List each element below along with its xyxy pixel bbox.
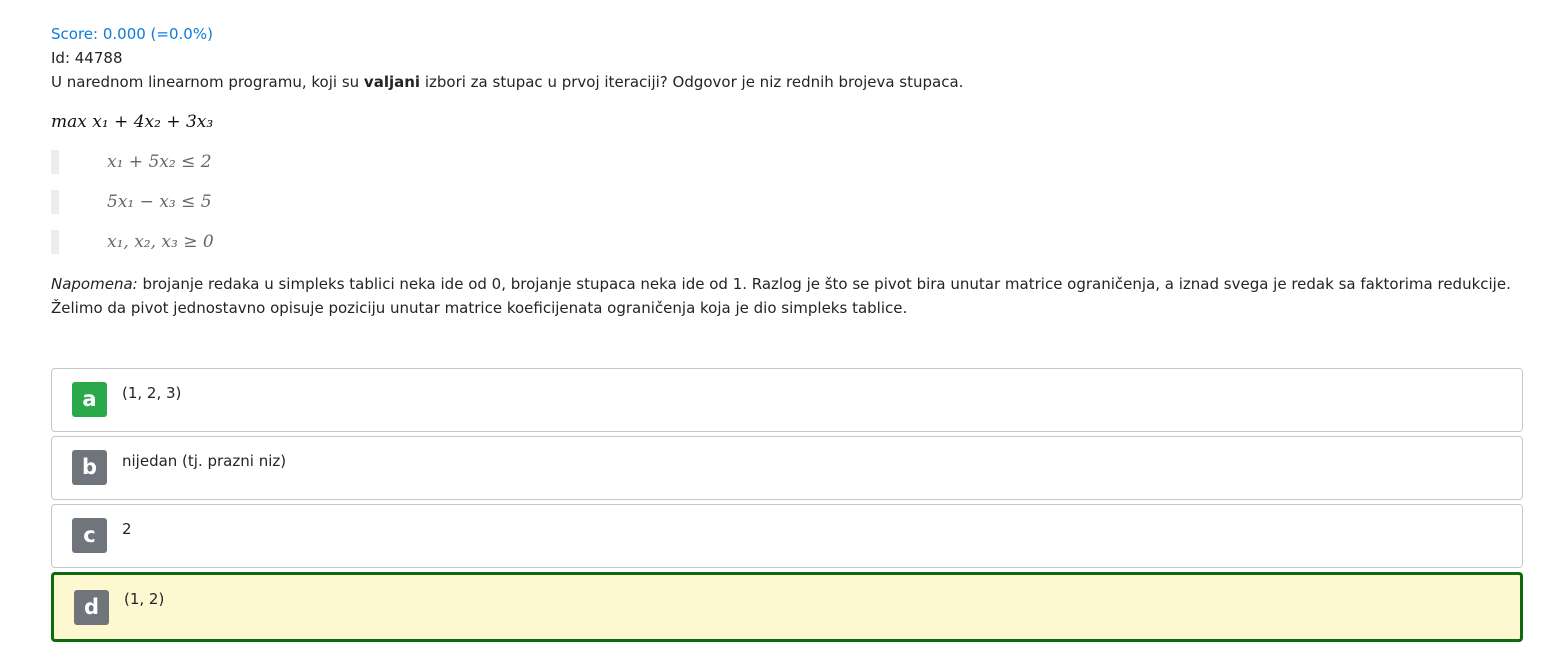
answer-option-d[interactable]: d (1, 2) — [51, 572, 1523, 642]
constraint-text: x₁ + 5x₂ ≤ 2 — [107, 152, 212, 172]
constraint-text: 5x₁ − x₃ ≤ 5 — [107, 192, 212, 212]
option-text: (1, 2, 3) — [122, 384, 182, 402]
option-text: 2 — [122, 520, 132, 538]
question-text-bold: valjani — [363, 73, 421, 91]
lp-constraint: x₁ + 5x₂ ≤ 2 — [51, 150, 451, 174]
note-label: Napomena: — [51, 275, 138, 293]
lp-constraint: 5x₁ − x₃ ≤ 5 — [51, 190, 451, 214]
question-text-after: izbori za stupac u prvoj iteraciji? Odgo… — [420, 73, 964, 91]
option-letter-badge: a — [72, 382, 107, 417]
question-text-before: U narednom linearnom programu, koji su — [51, 73, 364, 91]
note-text: Napomena: brojanje redaka u simpleks tab… — [51, 272, 1525, 320]
option-letter-badge: b — [72, 450, 107, 485]
constraint-bar — [51, 230, 59, 254]
option-text: (1, 2) — [124, 590, 165, 608]
option-letter-badge: c — [72, 518, 107, 553]
lp-objective: max x₁ + 4x₂ + 3x₃ — [51, 112, 214, 132]
answer-option-b[interactable]: b nijedan (tj. prazni niz) — [51, 436, 1523, 500]
question-id: Id: 44788 — [51, 49, 123, 67]
constraint-text: x₁, x₂, x₃ ≥ 0 — [107, 232, 214, 252]
score-text: Score: 0.000 (=0.0%) — [51, 25, 213, 43]
constraint-bar — [51, 150, 59, 174]
question-text: U narednom linearnom programu, koji su v… — [51, 72, 963, 92]
constraint-bar — [51, 190, 59, 214]
option-text: nijedan (tj. prazni niz) — [122, 452, 287, 470]
note-body: brojanje redaka u simpleks tablici neka … — [51, 275, 1511, 317]
answer-option-a[interactable]: a (1, 2, 3) — [51, 368, 1523, 432]
option-letter-badge: d — [74, 590, 109, 625]
lp-constraint: x₁, x₂, x₃ ≥ 0 — [51, 230, 451, 254]
answer-option-c[interactable]: c 2 — [51, 504, 1523, 568]
